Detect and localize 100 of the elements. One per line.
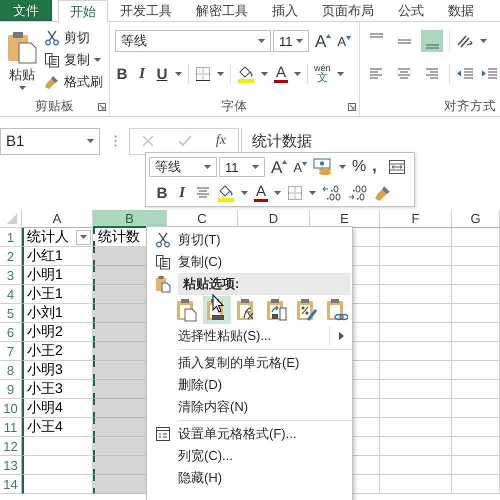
insert-function-button[interactable]: fx [216,133,226,149]
ribbon-tab[interactable]: 页面布局 [310,0,386,21]
increase-decimal-icon[interactable] [322,185,342,201]
empty-cell [452,342,500,361]
row-number[interactable]: 14 [0,475,22,494]
empty-cell [452,456,500,475]
ribbon-tab[interactable]: 数据 [436,0,486,21]
menu-item[interactable]: 列宽(C)... [147,445,352,467]
fill-color-icon[interactable] [237,65,255,83]
empty-cell [452,304,500,323]
ribbon-tab[interactable]: 开始 [58,0,108,22]
menu-item[interactable]: 插入复制的单元格(E) [147,352,352,374]
underline-button[interactable]: U [155,66,169,82]
grow-font-button[interactable]: A [315,32,332,50]
empty-cell [380,361,452,380]
row-number[interactable]: 7 [0,342,22,361]
row-number[interactable]: 8 [0,361,22,380]
empty-cell [452,418,500,437]
row-number[interactable]: 12 [0,437,22,456]
font-size-field[interactable]: 11 [273,30,309,52]
empty-cell [380,399,452,418]
paste-option-button[interactable] [296,296,318,324]
font-name-field[interactable]: 等线 [149,157,217,177]
ribbon-tab[interactable]: 插入 [260,0,310,21]
italic-button[interactable]: I [175,186,189,200]
group-label: 剪贴板 [35,98,74,114]
brush-icon [44,74,60,90]
merge-cells-icon[interactable] [388,159,406,175]
font-name-field[interactable]: 等线 [115,30,271,52]
row-number[interactable]: 11 [0,418,22,437]
align-top-icon [370,33,382,38]
brush-icon[interactable] [374,184,392,202]
empty-cell [380,247,452,266]
bold-button[interactable]: B [155,186,169,200]
row-number[interactable]: 3 [0,266,22,285]
grow-font-button[interactable]: A [271,158,288,176]
menu-item[interactable]: 隐藏(H) [147,467,352,489]
check-icon[interactable] [178,135,192,147]
shrink-font-button[interactable]: A [293,160,308,174]
file-tab[interactable]: 文件 [0,0,52,21]
empty-cell [380,475,452,494]
cut-button[interactable]: 剪切 [44,27,103,48]
menu-item[interactable]: 设置单元格格式(F)... [147,423,352,445]
caret-icon [252,165,259,169]
paste-button[interactable]: 粘贴 [4,27,40,96]
borders-icon[interactable] [195,66,211,82]
row-number[interactable]: 4 [0,285,22,304]
ribbon-tab[interactable]: 公式 [386,0,436,21]
row-number[interactable]: 6 [0,323,22,342]
column-header[interactable]: F [380,210,452,228]
caret-icon [339,165,346,169]
menu-section-header: 粘贴选项: [178,273,350,295]
caret-icon [94,58,101,62]
vertical-align-button[interactable] [421,30,443,52]
caret-icon [18,86,26,90]
phonetic-button[interactable]: wén 文 [314,64,331,84]
dialog-launcher-icon[interactable] [348,103,356,111]
copy-button[interactable]: 复制 [44,49,103,70]
menu-item[interactable]: 清除内容(N) [147,396,352,418]
font-size-field[interactable]: 11 [219,157,265,177]
row-number[interactable]: 1 [0,228,22,247]
ribbon-tab[interactable]: 解密工具 [184,0,260,21]
shrink-font-button[interactable]: A [337,34,352,48]
empty-cell [452,380,500,399]
comma-style-button[interactable]: , [372,159,382,175]
copy-icon [154,254,170,270]
drag-handle-icon[interactable] [114,135,117,147]
cell-text: 统计人 [27,228,70,246]
text-orientation-icon[interactable] [456,33,474,49]
bold-button[interactable]: B [115,66,129,82]
name-box[interactable]: B1 [0,128,100,154]
empty-cell [380,437,452,456]
fill-color-icon[interactable] [217,184,235,202]
filter-button[interactable] [76,230,91,244]
italic-button[interactable]: I [135,66,149,82]
ribbon-tab[interactable]: 开发工具 [108,0,184,21]
column-header[interactable]: G [452,210,500,228]
font-color-button[interactable]: A [274,65,288,83]
caret-icon [296,39,303,43]
row-number[interactable]: 5 [0,304,22,323]
font-color-button[interactable]: A [254,184,268,202]
decrease-decimal-icon[interactable] [348,185,368,201]
column-header[interactable]: B [93,210,167,228]
caret-icon [309,191,316,195]
group-label: 对齐方式 [444,98,496,114]
menu-item[interactable]: 复制(C) [147,251,352,273]
row-number[interactable]: 10 [0,399,22,418]
format-painter-button[interactable]: 格式刷 [44,71,103,92]
accounting-format-icon[interactable] [313,158,334,176]
row-number[interactable]: 13 [0,456,22,475]
row-number[interactable]: 9 [0,380,22,399]
percent-button[interactable]: % [352,159,366,175]
dialog-launcher-icon[interactable] [98,103,106,111]
empty-cell [380,456,452,475]
row-number[interactable]: 2 [0,247,22,266]
borders-icon[interactable] [287,185,304,201]
triangle-down-icon [302,162,308,166]
empty-cell [380,418,452,437]
submenu-item[interactable]: 选择性粘贴(S)... [147,325,352,347]
menu-item[interactable]: 删除(D) [147,374,352,396]
